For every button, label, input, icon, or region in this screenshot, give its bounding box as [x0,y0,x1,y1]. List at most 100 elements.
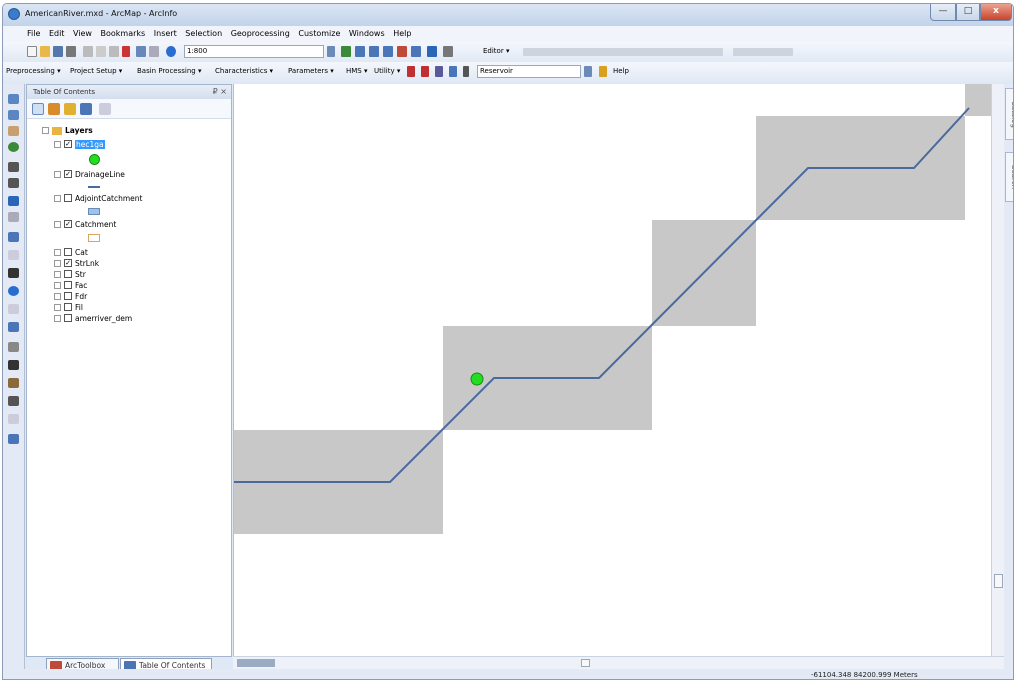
list-by-source-icon[interactable] [48,103,60,115]
search-side-tab[interactable]: Search [1005,152,1013,202]
map-vertical-scrollbar[interactable] [991,84,1004,656]
layer-checkbox[interactable] [64,194,72,202]
layer-checkbox[interactable] [64,281,72,289]
menu-insert[interactable]: Insert [154,26,177,42]
expand-icon[interactable] [54,281,61,289]
pan-icon[interactable] [8,126,19,136]
expand-icon[interactable] [54,292,61,300]
add-data-icon[interactable] [166,46,176,57]
map-scale-combo[interactable]: 1:800 [184,45,324,58]
expand-icon[interactable] [54,303,61,311]
scroll-thumb[interactable] [994,574,1003,588]
html-popup-icon[interactable] [8,322,19,332]
parameters-menu[interactable]: Parameters ▾ [288,67,334,75]
layer-checkbox[interactable] [64,248,72,256]
zoom-out-icon[interactable] [8,110,19,120]
list-by-selection-icon[interactable] [80,103,92,115]
scale-dropdown-icon[interactable] [327,46,335,57]
collapse-icon[interactable] [42,126,49,134]
clear-selection-icon[interactable] [8,250,19,260]
select-elements-icon[interactable] [8,268,19,278]
fixed-zoom-in-icon[interactable] [8,162,19,172]
combo-dropdown-icon[interactable] [584,66,592,77]
menu-file[interactable]: File [27,26,40,42]
editor-menu[interactable]: Editor ▾ [483,47,509,55]
zoom-in-icon[interactable] [8,94,19,104]
table-of-contents-icon[interactable] [355,46,365,57]
label-tool-icon[interactable] [435,66,443,77]
whats-this-icon[interactable] [443,46,453,57]
expand-icon[interactable] [54,270,61,278]
full-extent-icon[interactable] [8,142,19,152]
hms-menu[interactable]: HMS ▾ [346,67,368,75]
expand-icon[interactable] [54,248,61,256]
layer-row-amerriver-dem[interactable]: amerriver_dem [54,313,132,325]
catchment-cell[interactable] [965,84,991,116]
maximize-button[interactable]: □ [956,4,980,21]
select-features-icon[interactable] [8,232,19,242]
layer-checkbox[interactable] [64,314,72,322]
redo-icon[interactable] [149,46,159,57]
catalog-side-tab[interactable]: Catalog [1005,88,1013,140]
layer-checkbox[interactable]: ✓ [64,140,72,148]
layer-checkbox[interactable]: ✓ [64,259,72,267]
close-button[interactable]: x [980,4,1012,21]
find-icon[interactable] [8,360,19,370]
toc-pin-close[interactable]: ₽ × [213,85,227,99]
minimize-button[interactable]: — [930,4,956,21]
delete-icon[interactable] [122,46,130,57]
arctoolbox-icon[interactable] [397,46,407,57]
layer-checkbox[interactable] [64,292,72,300]
pin-tool-icon[interactable] [407,66,415,77]
collapse-icon[interactable] [54,140,61,148]
expand-icon[interactable] [54,259,61,267]
collapse-icon[interactable] [54,220,61,228]
search-window-icon[interactable] [383,46,393,57]
menu-geoprocessing[interactable]: Geoprocessing [231,26,290,42]
layer-row-hec1ga[interactable]: ✓ hec1ga [54,139,105,151]
hyperlink-icon[interactable] [8,304,19,314]
menu-view[interactable]: View [73,26,92,42]
layer-row-catchment[interactable]: ✓ Catchment [54,219,116,231]
layer-checkbox[interactable]: ✓ [64,170,72,178]
menu-windows[interactable]: Windows [349,26,385,42]
map-horizontal-scrollbar[interactable] [233,656,1004,669]
forward-extent-icon[interactable] [8,212,19,222]
layer-combo[interactable]: Reservoir [477,65,581,78]
cut-icon[interactable] [83,46,93,57]
layout-view-buttons[interactable] [237,659,275,667]
editor-toolbar-icon[interactable] [341,46,351,57]
layer-row-adjointcatchment[interactable]: AdjointCatchment [54,193,142,205]
fixed-zoom-out-icon[interactable] [8,178,19,188]
help-menu[interactable]: Help [613,67,629,75]
menu-edit[interactable]: Edit [49,26,65,42]
model-builder-icon[interactable] [427,46,437,57]
layer-checkbox[interactable] [64,270,72,278]
hec1ga-point[interactable] [470,372,484,386]
menu-bookmarks[interactable]: Bookmarks [101,26,146,42]
layer-checkbox[interactable] [64,303,72,311]
python-window-icon[interactable] [411,46,421,57]
list-by-drawing-order-icon[interactable] [32,103,44,115]
catalog-icon[interactable] [369,46,379,57]
copy-icon[interactable] [96,46,106,57]
measure-icon[interactable] [8,342,19,352]
layer-checkbox[interactable]: ✓ [64,220,72,228]
back-extent-icon[interactable] [8,196,19,206]
map-view[interactable] [233,84,991,656]
scroll-thumb[interactable] [581,659,590,667]
time-slider-icon[interactable] [8,414,19,424]
collapse-icon[interactable] [54,170,61,178]
go-to-xy-icon[interactable] [8,396,19,406]
line-tool-icon[interactable] [463,66,469,77]
preprocessing-menu[interactable]: Preprocessing ▾ [6,67,61,75]
basin-processing-menu[interactable]: Basin Processing ▾ [137,67,201,75]
menu-help[interactable]: Help [393,26,411,42]
layers-group-row[interactable]: Layers [42,125,93,137]
list-by-visibility-icon[interactable] [64,103,76,115]
toc-options-icon[interactable] [99,103,111,115]
point-tool-icon[interactable] [421,66,429,77]
menu-selection[interactable]: Selection [185,26,222,42]
new-document-icon[interactable] [27,46,37,57]
menu-customize[interactable]: Customize [298,26,340,42]
